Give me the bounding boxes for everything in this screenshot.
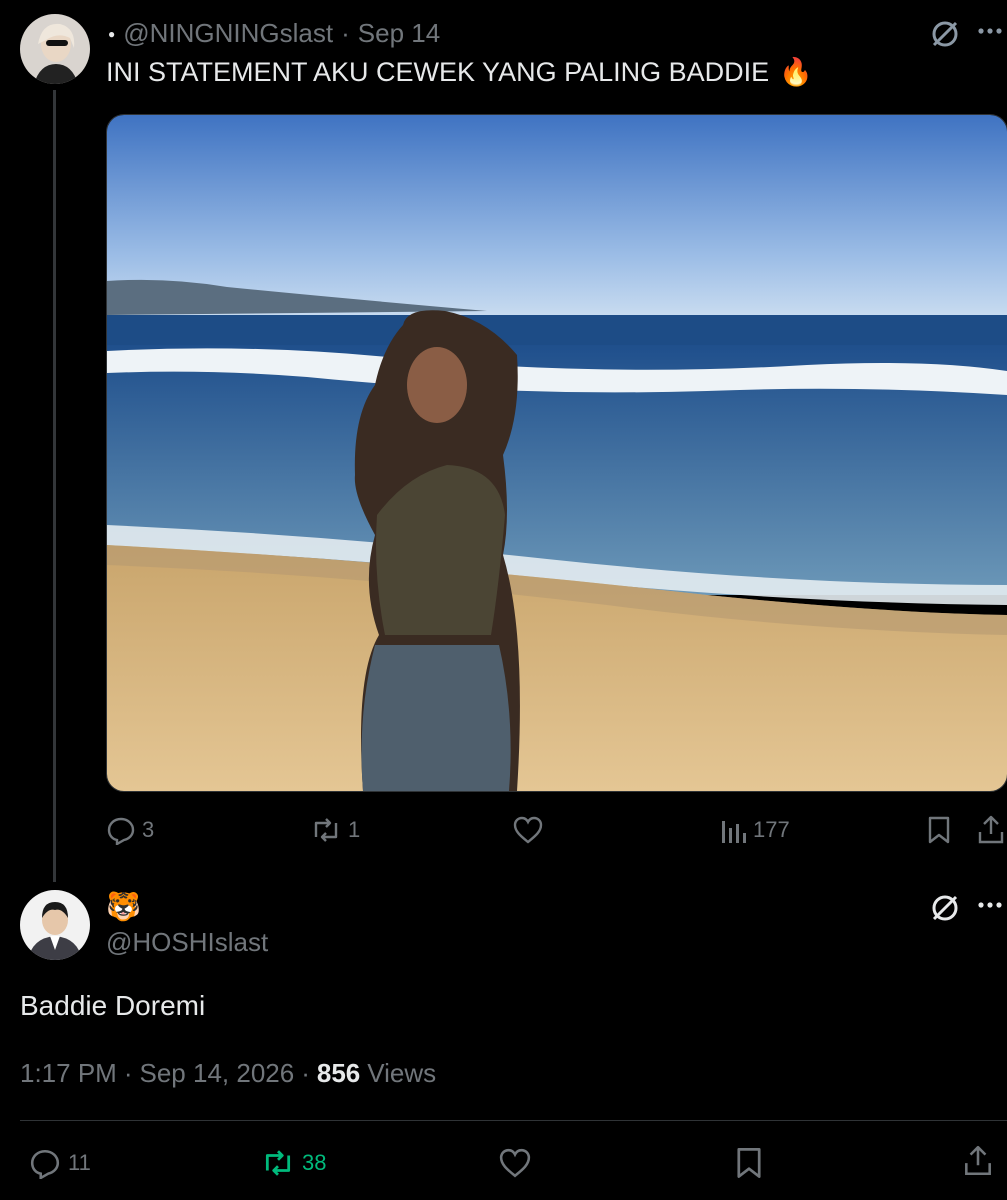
repost-button[interactable]: 38 [260,1147,326,1179]
display-name[interactable]: 🐯 [106,890,141,923]
avatar[interactable] [20,14,90,84]
reply-button[interactable]: 3 [106,815,154,845]
author-handle[interactable]: @HOSHIslast [106,927,268,958]
tweet-text: INI STATEMENT AKU CEWEK YANG PALING BADD… [106,56,770,87]
reply-count: 11 [68,1150,91,1175]
separator: · [301,1058,310,1088]
fire-emoji: 🔥 [779,57,813,87]
more-icon[interactable] [977,26,1003,36]
repost-count: 38 [302,1150,327,1175]
views-button[interactable]: 177 [719,815,790,845]
like-button[interactable] [497,1147,533,1179]
bullet-dot: ● [108,26,116,41]
separator: · [123,1058,133,1088]
tweet-date[interactable]: Sep 14, 2026 [140,1058,295,1089]
divider [20,1120,1007,1121]
more-icon[interactable] [977,900,1003,910]
tweet-text: Baddie Doremi [20,990,206,1021]
tweet-photo[interactable] [106,114,1007,792]
grok-icon[interactable] [929,18,961,50]
grok-icon[interactable] [929,892,961,924]
bookmark-icon[interactable] [734,1146,764,1180]
views-count: 177 [753,817,790,842]
share-icon[interactable] [976,814,1006,846]
thread-line [53,90,56,882]
repost-button[interactable]: 1 [310,815,360,845]
tweet-time[interactable]: 1:17 PM [20,1058,117,1089]
share-icon[interactable] [962,1144,994,1178]
separator: · [341,18,350,48]
views-count: 856 [316,1058,361,1088]
views-label: Views [367,1058,437,1088]
bookmark-icon[interactable] [926,815,952,845]
avatar[interactable] [20,890,90,960]
like-button[interactable] [512,815,544,845]
reply-count: 3 [142,817,155,842]
tweet-date[interactable]: Sep 14 [358,18,440,49]
reply-button[interactable]: 11 [28,1147,91,1179]
reply-to-handle[interactable]: @NINGNINGslast [123,18,333,49]
repost-count: 1 [348,817,361,842]
